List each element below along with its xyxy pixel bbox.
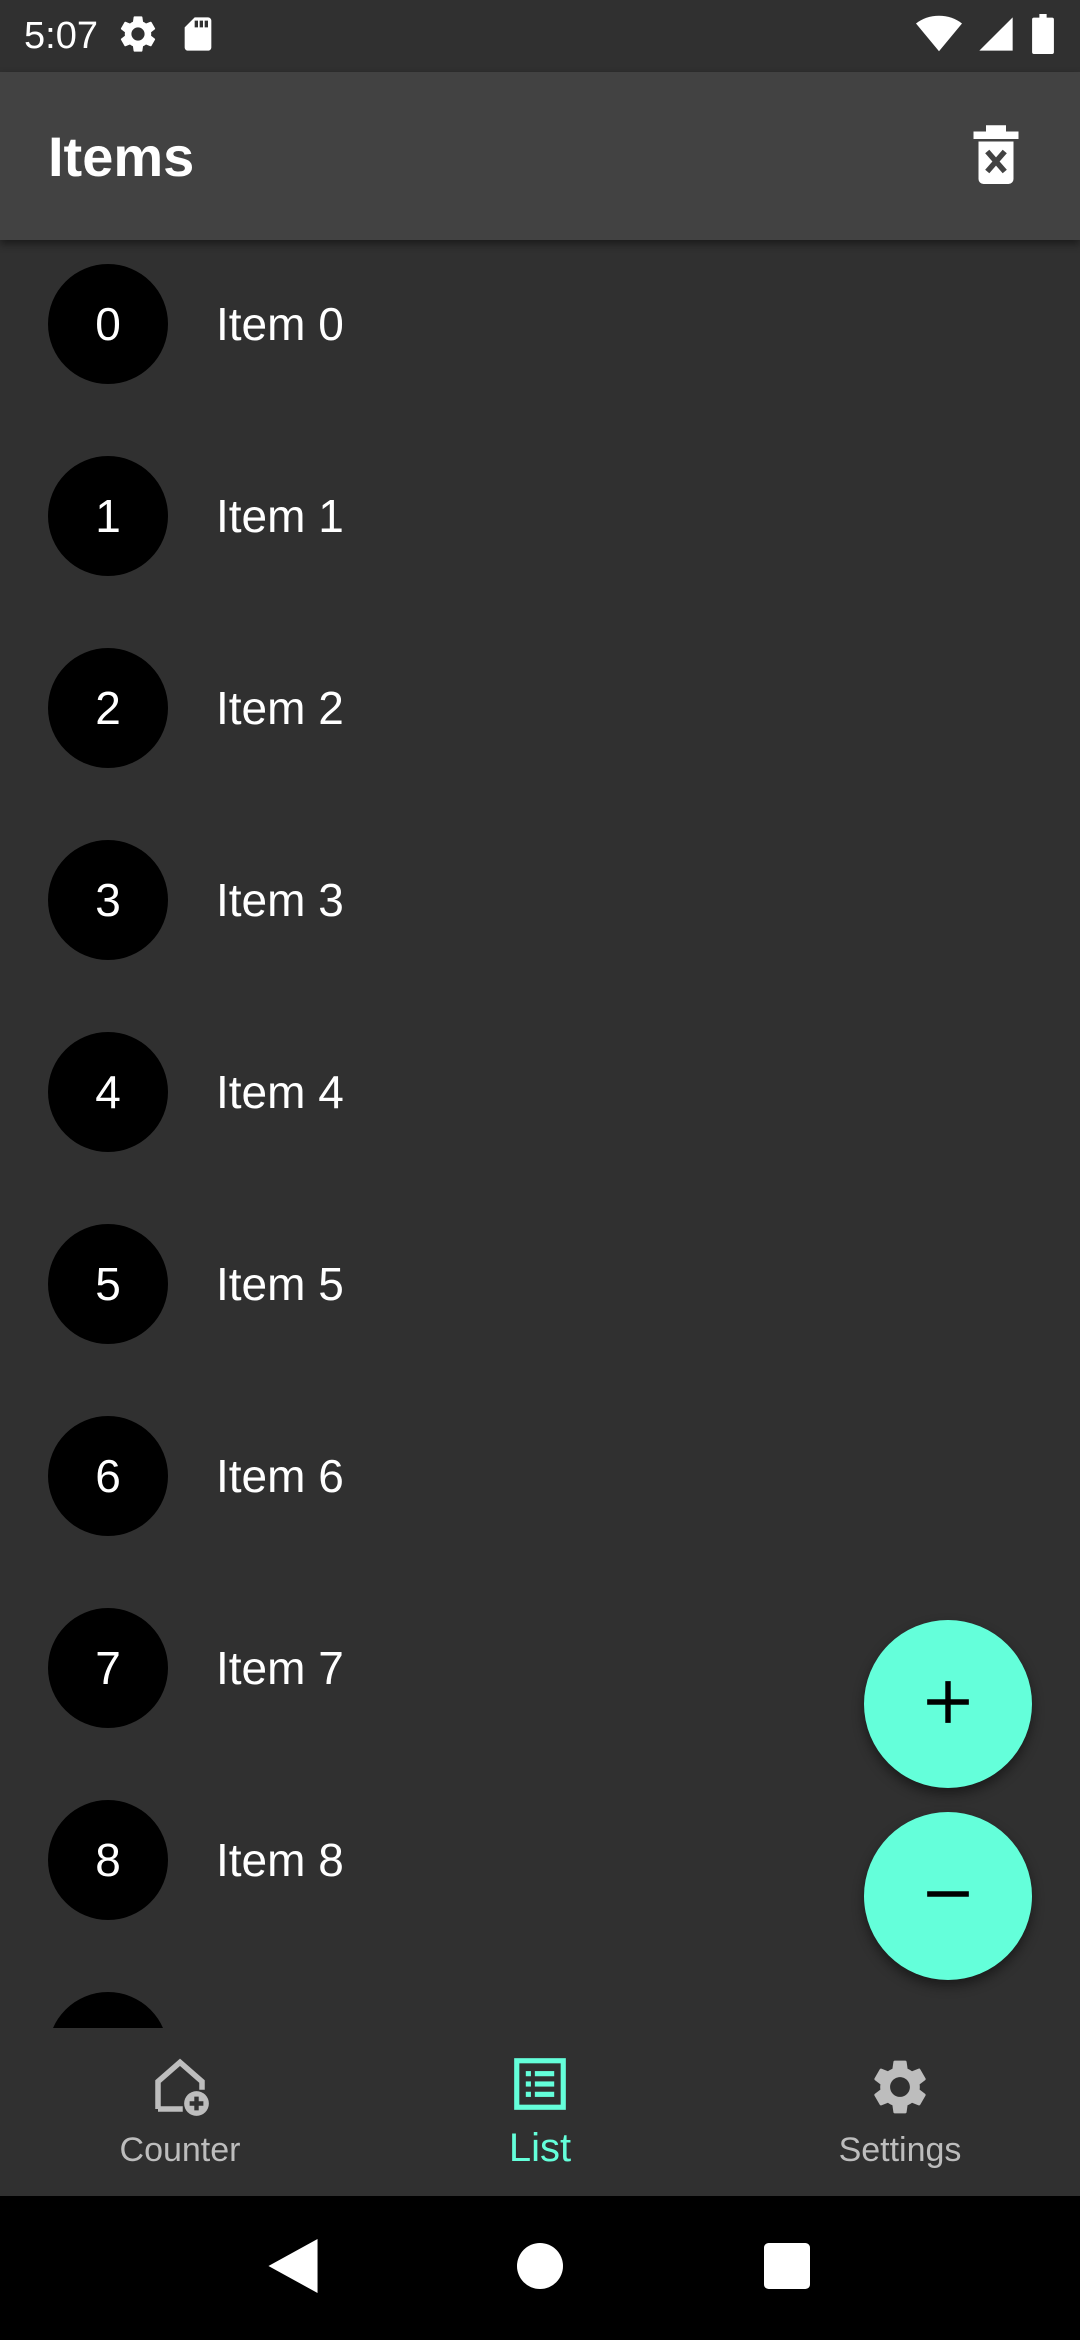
item-label: Item 8 (216, 1834, 344, 1886)
item-number-avatar: 7 (48, 1608, 168, 1728)
list-item[interactable]: 0 Item 0 (0, 240, 1080, 432)
system-navigation-bar (0, 2196, 1080, 2340)
list-item[interactable]: 1 Item 1 (0, 432, 1080, 624)
home-circle-icon (516, 2242, 563, 2294)
plus-icon (923, 1677, 973, 1732)
item-number-avatar: 2 (48, 648, 168, 768)
item-label: Item 4 (216, 1066, 344, 1118)
item-number-avatar (48, 1992, 168, 2028)
delete-sweep-icon (971, 124, 1021, 189)
home-add-icon (147, 2054, 213, 2125)
wifi-icon (916, 14, 962, 59)
item-number-avatar: 0 (48, 264, 168, 384)
nav-item-counter[interactable]: Counter (0, 2028, 360, 2196)
item-number-avatar: 6 (48, 1416, 168, 1536)
add-item-button[interactable] (864, 1620, 1032, 1788)
settings-gear-icon (116, 12, 160, 61)
nav-item-settings[interactable]: Settings (720, 2028, 1080, 2196)
item-label: Item 3 (216, 874, 344, 926)
nav-item-list[interactable]: List (360, 2028, 720, 2196)
list-item[interactable]: 4 Item 4 (0, 1008, 1080, 1200)
back-triangle-icon (268, 2238, 318, 2298)
list-item[interactable]: 2 Item 2 (0, 624, 1080, 816)
minus-icon (923, 1869, 973, 1924)
page-title: Items (48, 124, 195, 188)
list-item[interactable]: 6 Item 6 (0, 1392, 1080, 1584)
battery-icon (1030, 13, 1056, 59)
remove-item-button[interactable] (864, 1812, 1032, 1980)
list-item[interactable]: 5 Item 5 (0, 1200, 1080, 1392)
list-item[interactable]: 3 Item 3 (0, 816, 1080, 1008)
item-label: Item 5 (216, 1258, 344, 1310)
item-label: Item 1 (216, 490, 344, 542)
home-button[interactable] (500, 2228, 580, 2308)
item-label: Item 2 (216, 682, 344, 734)
status-time: 5:07 (24, 14, 98, 57)
signal-icon (976, 14, 1016, 59)
status-right-icons (916, 13, 1056, 59)
item-number-avatar: 8 (48, 1800, 168, 1920)
app-bar: Items (0, 72, 1080, 240)
nav-label-list: List (508, 2126, 572, 2170)
status-left-icons (116, 12, 218, 61)
sd-card-icon (178, 14, 218, 59)
item-label: Item 0 (216, 298, 344, 350)
bottom-navigation: Counter List Settings (0, 2028, 1080, 2196)
item-number-avatar: 5 (48, 1224, 168, 1344)
delete-all-button[interactable] (960, 120, 1032, 192)
recents-square-icon (763, 2242, 810, 2294)
recents-button[interactable] (747, 2228, 827, 2308)
gear-icon (867, 2054, 933, 2125)
item-number-avatar: 1 (48, 456, 168, 576)
item-label: Item 7 (216, 1642, 344, 1694)
list-icon (509, 2053, 571, 2120)
nav-label-counter: Counter (119, 2131, 241, 2169)
list-item-partial[interactable] (0, 1968, 1080, 2028)
item-number-avatar: 3 (48, 840, 168, 960)
item-label: Item 6 (216, 1450, 344, 1502)
back-button[interactable] (253, 2228, 333, 2308)
item-number-avatar: 4 (48, 1032, 168, 1152)
nav-label-settings: Settings (838, 2131, 962, 2169)
status-bar: 5:07 (0, 0, 1080, 72)
